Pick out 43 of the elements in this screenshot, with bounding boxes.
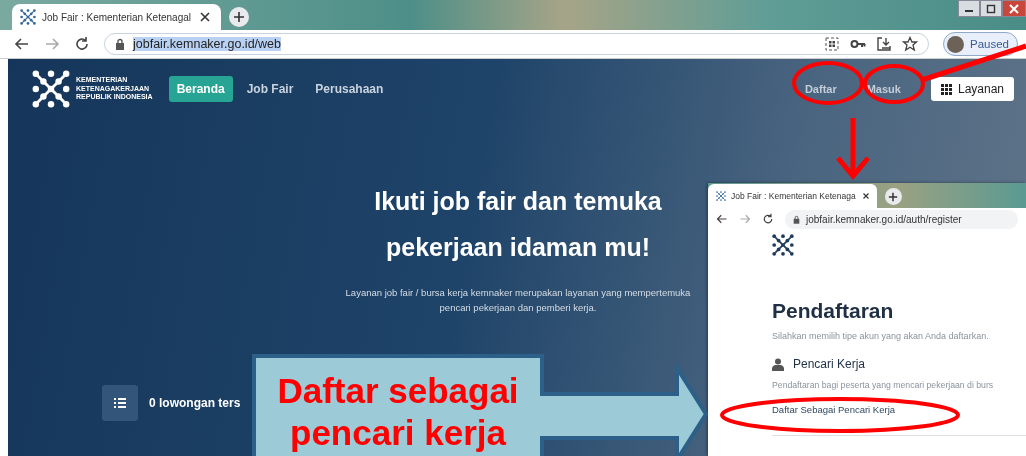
install-icon[interactable] [876, 36, 892, 52]
star-icon[interactable] [902, 36, 918, 52]
list-icon[interactable] [114, 398, 126, 408]
reload-icon[interactable] [74, 36, 90, 52]
services-button[interactable]: Layanan [930, 77, 1014, 101]
logo-icon [772, 234, 794, 256]
back-arrow-icon[interactable] [716, 213, 728, 225]
page-heading: Pendaftaran [772, 298, 895, 323]
section-description: Pendaftaran bagi peserta yang mencari pekerjaan di burs [772, 380, 995, 390]
hero-description: Layanan job fair / bursa kerja kemnaker merupakan layanan yang mempertemuka pencari pekerjaan dan pemberi kerja. [345, 286, 691, 315]
qr-code-icon[interactable] [824, 36, 840, 52]
vacancy-count: 0 lowongan ters [149, 396, 241, 410]
browser-tab[interactable]: Job Fair : Kementerian Ketenaga [708, 184, 877, 208]
profile-button[interactable]: Paused [943, 32, 1018, 56]
register-link[interactable]: Daftar Sebagai Pencari Kerja [772, 404, 896, 415]
callout-box: Daftar sebagai pencari kerja [252, 354, 544, 456]
grid-icon[interactable] [940, 83, 952, 95]
annotation-ellipse [863, 64, 925, 104]
minimize-button[interactable] [958, 0, 980, 17]
nav-link[interactable]: Job Fair [238, 76, 302, 102]
maximize-icon[interactable] [986, 3, 996, 14]
auth-link[interactable]: Daftar [796, 79, 845, 99]
lock-icon [793, 214, 800, 224]
section-title: Pencari Kerja [793, 357, 866, 371]
page-subtitle: Silahkan memilih tipe akun yang akan Anda daftarkan. [772, 331, 990, 341]
new-tab-button[interactable] [884, 188, 902, 205]
nav-link[interactable]: Perusahaan [307, 76, 392, 102]
address-bar[interactable]: jobfair.kemnaker.go.id/auth/register [785, 209, 1018, 229]
person-icon [772, 357, 784, 371]
browser-tab[interactable]: Job Fair : Kementerian Ketenagal [12, 4, 221, 30]
annotation-ellipse [792, 61, 864, 105]
emblem-icon [20, 9, 36, 25]
reload-icon[interactable] [762, 213, 774, 225]
lock-icon [115, 38, 125, 50]
back-arrow-icon[interactable] [14, 36, 30, 52]
logo-icon [32, 70, 70, 108]
emblem-icon [716, 191, 726, 201]
close-icon[interactable] [860, 191, 871, 201]
plus-icon[interactable] [888, 191, 899, 202]
maximize-button[interactable] [980, 0, 1002, 17]
close-button[interactable] [1002, 0, 1026, 17]
hero-title: Ikuti job fair dan temuka pekerjaan idaman mu! [374, 186, 662, 263]
list-button[interactable] [102, 385, 138, 421]
